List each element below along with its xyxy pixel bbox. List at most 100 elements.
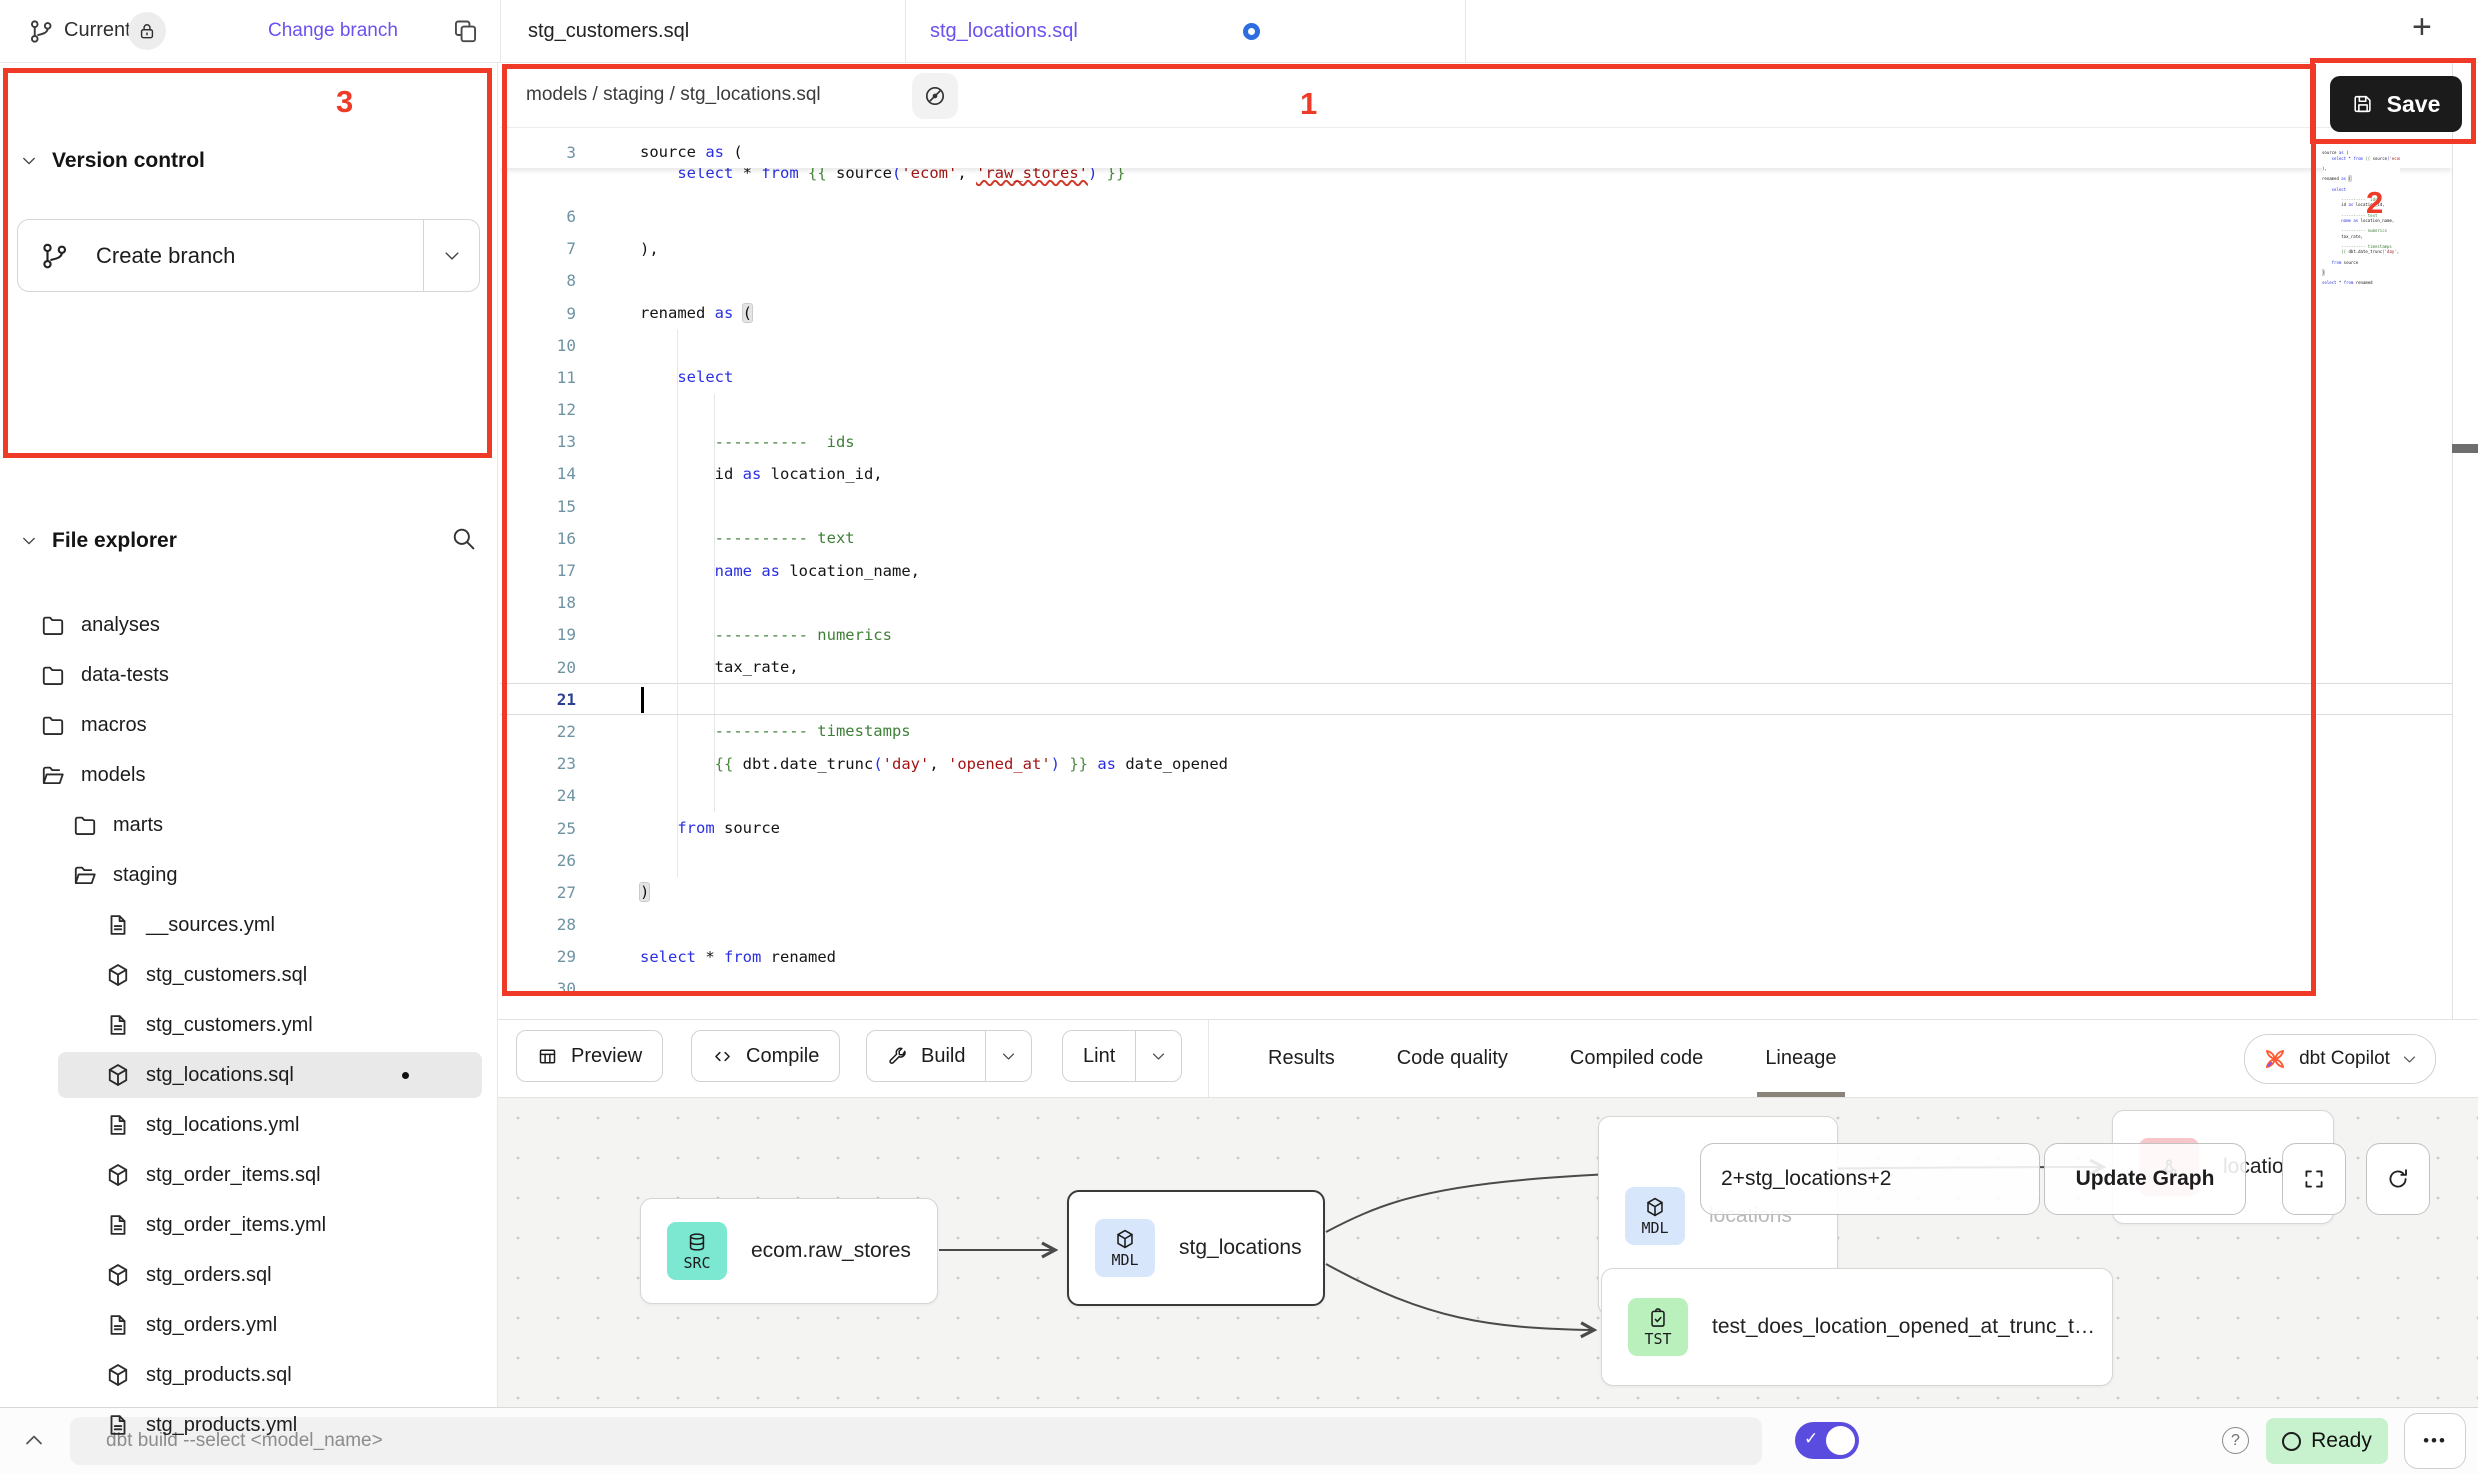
file-tree-item-data-tests[interactable]: data-tests bbox=[0, 650, 498, 700]
code-line-6[interactable]: 6 bbox=[500, 200, 2452, 232]
compile-button[interactable]: Compile bbox=[691, 1030, 840, 1082]
code-line-3[interactable]: 3source as ( bbox=[500, 136, 2452, 168]
code-line-14[interactable]: 14 id as location_id, bbox=[500, 458, 2452, 490]
chevron-up-icon[interactable] bbox=[22, 1428, 46, 1452]
file-tree-item-stg_orders-yml[interactable]: stg_orders.yml bbox=[0, 1300, 498, 1350]
node-label: ecom.raw_stores bbox=[751, 1239, 911, 1263]
update-graph-button[interactable]: Update Graph bbox=[2044, 1143, 2246, 1215]
fullscreen-button[interactable] bbox=[2282, 1143, 2346, 1215]
defer-toggle[interactable]: ✓ bbox=[1795, 1422, 1859, 1459]
minimap[interactable]: with source as ( select * from {{ source… bbox=[2322, 140, 2400, 291]
editor-tab-stg_locations-sql[interactable]: stg_locations.sql bbox=[930, 0, 1078, 63]
editor-scrollbar-thumb[interactable] bbox=[2452, 444, 2478, 453]
file-tree-item-__sources-yml[interactable]: __sources.yml bbox=[0, 900, 498, 950]
code-line-16[interactable]: 16 ---------- text bbox=[500, 522, 2452, 554]
refresh-button[interactable] bbox=[2366, 1143, 2430, 1215]
code-line-28[interactable]: 28 bbox=[500, 909, 2452, 941]
tab-compiled-code[interactable]: Compiled code bbox=[1570, 1020, 1703, 1097]
view-docs-chip[interactable] bbox=[912, 73, 958, 119]
code-line-12[interactable]: 12 bbox=[500, 394, 2452, 426]
file-tree-item-stg_order_items-yml[interactable]: stg_order_items.yml bbox=[0, 1200, 498, 1250]
code-line-21[interactable]: 21 bbox=[500, 683, 2452, 715]
folder-icon bbox=[40, 662, 66, 688]
database-badge-icon: SRC bbox=[667, 1222, 727, 1280]
file-tree-item-stg_order_items-sql[interactable]: stg_order_items.sql bbox=[0, 1150, 498, 1200]
dbt-copilot-label: dbt Copilot bbox=[2299, 1048, 2390, 1070]
code-line-27[interactable]: 27) bbox=[500, 876, 2452, 908]
model-icon bbox=[105, 1162, 131, 1188]
lint-button[interactable]: Lint bbox=[1062, 1030, 1182, 1082]
refresh-icon bbox=[2385, 1166, 2411, 1192]
code-line-24[interactable]: 24 bbox=[500, 780, 2452, 812]
file-tree-item-analyses[interactable]: analyses bbox=[0, 600, 498, 650]
version-control-header[interactable]: Version control bbox=[20, 149, 205, 173]
save-button[interactable]: Save bbox=[2330, 76, 2462, 132]
dbt-logo-icon bbox=[2262, 1046, 2288, 1072]
build-dropdown[interactable] bbox=[985, 1031, 1031, 1081]
create-branch-dropdown[interactable] bbox=[423, 220, 479, 291]
new-tab-button[interactable]: + bbox=[2412, 8, 2432, 47]
code-line-19[interactable]: 19 ---------- numerics bbox=[500, 619, 2452, 651]
tab-code-quality[interactable]: Code quality bbox=[1397, 1020, 1508, 1097]
dbt-copilot-button[interactable]: dbt Copilot bbox=[2244, 1034, 2436, 1084]
file-tree-item-stg_locations-sql[interactable]: stg_locations.sql bbox=[0, 1050, 498, 1100]
code-line-10[interactable]: 10 bbox=[500, 329, 2452, 361]
code-line-26[interactable]: 26 bbox=[500, 844, 2452, 876]
search-icon[interactable] bbox=[450, 525, 477, 552]
change-branch-link[interactable]: Change branch bbox=[268, 20, 398, 42]
code-line-15[interactable]: 15 bbox=[500, 490, 2452, 522]
code-line-23[interactable]: 23 {{ dbt.date_trunc('day', 'opened_at')… bbox=[500, 748, 2452, 780]
tab-results[interactable]: Results bbox=[1268, 1020, 1335, 1097]
tab-lineage[interactable]: Lineage bbox=[1765, 1020, 1836, 1097]
lineage-node-src[interactable]: SRC ecom.raw_stores bbox=[640, 1198, 938, 1304]
preview-button[interactable]: Preview bbox=[516, 1030, 663, 1082]
code-line-18[interactable]: 18 bbox=[500, 587, 2452, 619]
file-tree-item-stg_products-sql[interactable]: stg_products.sql bbox=[0, 1350, 498, 1400]
lineage-node-mdl[interactable]: MDLstg_locations bbox=[1067, 1190, 1325, 1306]
copy-icon[interactable] bbox=[452, 17, 479, 44]
code-line-20[interactable]: 20 tax_rate, bbox=[500, 651, 2452, 683]
sidebar: Version control Create branch File explo… bbox=[0, 63, 498, 1407]
file-tree-item-stg_customers-sql[interactable]: stg_customers.sql bbox=[0, 950, 498, 1000]
help-icon[interactable]: ? bbox=[2222, 1427, 2249, 1454]
lineage-node-tst[interactable]: TSTtest_does_location_opened_at_trunc_t… bbox=[1601, 1268, 2113, 1386]
code-editor[interactable]: 3source as ( select * from {{ source('ec… bbox=[500, 128, 2452, 1019]
code-line-13[interactable]: 13 ---------- ids bbox=[500, 426, 2452, 458]
file-tree-item-stg_orders-sql[interactable]: stg_orders.sql bbox=[0, 1250, 498, 1300]
file-label: stg_orders.sql bbox=[146, 1264, 272, 1287]
more-menu-button[interactable]: ••• bbox=[2404, 1413, 2466, 1469]
code-line-9[interactable]: 9renamed as ( bbox=[500, 297, 2452, 329]
file-tree-item-stg_customers-yml[interactable]: stg_customers.yml bbox=[0, 1000, 498, 1050]
code-line-29[interactable]: 29select * from renamed bbox=[500, 941, 2452, 973]
file-label: stg_customers.sql bbox=[146, 964, 307, 987]
code-line-22[interactable]: 22 ---------- timestamps bbox=[500, 715, 2452, 747]
status-badge[interactable]: Ready bbox=[2266, 1418, 2388, 1464]
build-button[interactable]: Build bbox=[866, 1030, 1032, 1082]
code-line-11[interactable]: 11 select bbox=[500, 361, 2452, 393]
file-explorer-header[interactable]: File explorer bbox=[20, 529, 177, 553]
lint-dropdown[interactable] bbox=[1135, 1031, 1181, 1081]
file-tree-item-staging[interactable]: staging bbox=[0, 850, 498, 900]
lineage-selector-input[interactable]: 2+stg_locations+2 bbox=[1700, 1143, 2040, 1215]
chevron-down-icon bbox=[20, 532, 38, 550]
code-line-partial[interactable]: select * from {{ source('ecom', 'raw_sto… bbox=[500, 168, 2452, 200]
create-branch-button[interactable]: Create branch bbox=[17, 219, 480, 292]
code-line-30[interactable]: 30 bbox=[500, 973, 2452, 1005]
file-tree-item-models[interactable]: models bbox=[0, 750, 498, 800]
file-tree-item-stg_locations-yml[interactable]: stg_locations.yml bbox=[0, 1100, 498, 1150]
file-tree-item-marts[interactable]: marts bbox=[0, 800, 498, 850]
model-badge-icon: MDL bbox=[1095, 1219, 1155, 1277]
code-line-17[interactable]: 17 name as location_name, bbox=[500, 554, 2452, 586]
command-input[interactable]: dbt build --select <model_name> bbox=[70, 1417, 1762, 1465]
file-icon bbox=[105, 1212, 131, 1238]
code-line-25[interactable]: 25 from source bbox=[500, 812, 2452, 844]
status-label: Ready bbox=[2311, 1429, 2372, 1453]
code-line-8[interactable]: 8 bbox=[500, 265, 2452, 297]
save-label: Save bbox=[2387, 91, 2441, 118]
code-line-7[interactable]: 7), bbox=[500, 233, 2452, 265]
file-tree-item-macros[interactable]: macros bbox=[0, 700, 498, 750]
editor-tab-stg_customers-sql[interactable]: stg_customers.sql bbox=[528, 0, 689, 63]
node-label: test_does_location_opened_at_trunc_t… bbox=[1712, 1315, 2095, 1339]
editor-pane: models / staging / stg_locations.sql 3so… bbox=[500, 63, 2478, 1019]
lineage-panel[interactable]: SRCecom.raw_storesMDLlocationslocationsM… bbox=[498, 1098, 2478, 1407]
